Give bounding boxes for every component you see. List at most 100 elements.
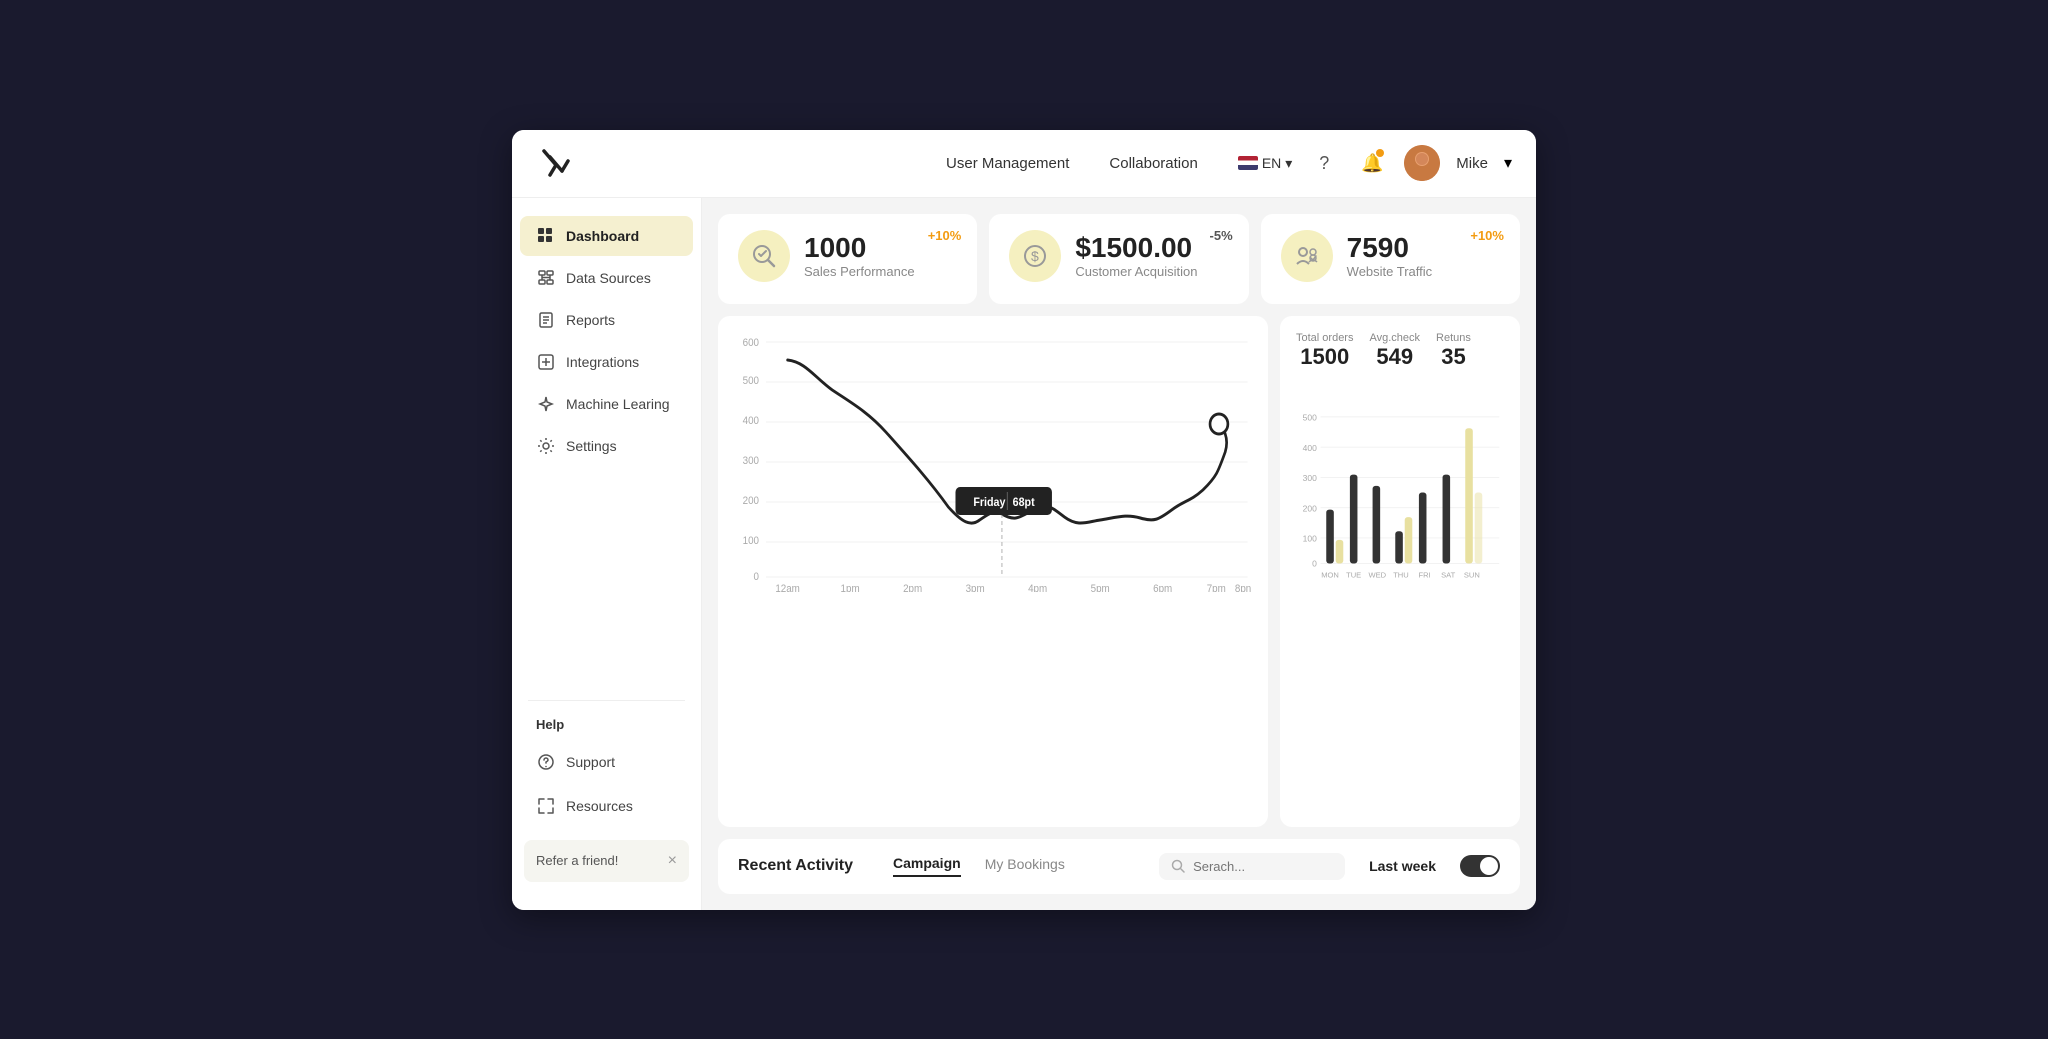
- search-input[interactable]: [1193, 859, 1333, 874]
- lang-chevron: ▾: [1285, 155, 1292, 172]
- svg-text:WED: WED: [1369, 570, 1387, 579]
- sidebar-label-resources: Resources: [566, 798, 633, 814]
- svg-text:100: 100: [743, 535, 760, 547]
- svg-text:600: 600: [743, 337, 760, 349]
- user-chevron: ▾: [1504, 153, 1512, 173]
- stat-value-traffic: 7590: [1347, 232, 1433, 264]
- svg-text:300: 300: [1303, 473, 1317, 483]
- svg-text:200: 200: [743, 495, 760, 507]
- sidebar-divider: [528, 700, 685, 701]
- stat-label-acquisition: Customer Acquisition: [1075, 264, 1197, 279]
- user-name[interactable]: Mike: [1456, 155, 1488, 172]
- sidebar-label-support: Support: [566, 754, 615, 770]
- nav-user-management[interactable]: User Management: [946, 155, 1069, 172]
- stat-card-acquisition: -5% $ $1500.00 Customer Acquisition: [989, 214, 1248, 304]
- svg-text:12am: 12am: [775, 583, 800, 591]
- main-nav: User Management Collaboration: [946, 155, 1198, 172]
- bar-stat-orders: Total orders 1500: [1296, 332, 1353, 370]
- activity-title: Recent Activity: [738, 857, 853, 875]
- help-button[interactable]: ?: [1308, 147, 1340, 179]
- svg-text:3pm: 3pm: [966, 583, 985, 591]
- refer-card: Refer a friend! ×: [524, 840, 689, 882]
- main-content: +10% 1000 Sales Performance: [702, 198, 1536, 910]
- svg-text:FRI: FRI: [1418, 570, 1430, 579]
- refer-label: Refer a friend!: [536, 853, 618, 868]
- svg-text:SUN: SUN: [1464, 570, 1480, 579]
- sidebar-item-support[interactable]: Support: [520, 742, 693, 782]
- svg-text:400: 400: [743, 415, 760, 427]
- bar-stat-avg-label: Avg.check: [1369, 332, 1420, 344]
- toggle-knob: [1480, 857, 1498, 875]
- stat-value-sales: 1000: [804, 232, 915, 264]
- sidebar-item-dashboard[interactable]: Dashboard: [520, 216, 693, 256]
- header: User Management Collaboration EN ▾ ? 🔔: [512, 130, 1536, 198]
- period-toggle[interactable]: [1460, 855, 1500, 877]
- nav-collaboration[interactable]: Collaboration: [1109, 155, 1197, 172]
- svg-text:0: 0: [1312, 558, 1317, 568]
- refer-close-button[interactable]: ×: [668, 852, 677, 870]
- svg-text:500: 500: [743, 375, 760, 387]
- svg-text:MON: MON: [1321, 570, 1339, 579]
- svg-text:1pm: 1pm: [841, 583, 860, 591]
- svg-text:0: 0: [754, 571, 760, 583]
- svg-text:SAT: SAT: [1441, 570, 1456, 579]
- sidebar-label-integrations: Integrations: [566, 354, 639, 370]
- integrations-icon: [536, 352, 556, 372]
- settings-icon: [536, 436, 556, 456]
- stat-row-acquisition: $ $1500.00 Customer Acquisition: [1009, 230, 1228, 282]
- stat-change-sales: +10%: [928, 228, 962, 243]
- expand-icon: [536, 796, 556, 816]
- svg-text:5pm: 5pm: [1091, 583, 1110, 591]
- sidebar-item-data-sources[interactable]: Data Sources: [520, 258, 693, 298]
- svg-text:6pm: 6pm: [1153, 583, 1172, 591]
- stat-value-acquisition: $1500.00: [1075, 232, 1197, 264]
- lang-label: EN: [1262, 155, 1281, 171]
- sidebar-item-reports[interactable]: Reports: [520, 300, 693, 340]
- bar-chart-svg: 500 400 300 200 100 0: [1296, 382, 1504, 622]
- svg-text:THU: THU: [1393, 570, 1409, 579]
- svg-text:500: 500: [1303, 412, 1317, 422]
- stat-change-traffic: +10%: [1470, 228, 1504, 243]
- sidebar-item-settings[interactable]: Settings: [520, 426, 693, 466]
- stat-label-sales: Sales Performance: [804, 264, 915, 279]
- svg-text:100: 100: [1303, 533, 1317, 543]
- header-actions: EN ▾ ? 🔔 Mike ▾: [1238, 145, 1512, 181]
- bar-stat-returns-value: 35: [1436, 344, 1471, 370]
- stat-cards-row: +10% 1000 Sales Performance: [718, 214, 1520, 304]
- svg-text:400: 400: [1303, 442, 1317, 452]
- sidebar-item-integrations[interactable]: Integrations: [520, 342, 693, 382]
- grid-icon: [536, 226, 556, 246]
- tab-my-bookings[interactable]: My Bookings: [985, 856, 1065, 876]
- bar-stat-returns-label: Retuns: [1436, 332, 1471, 344]
- stat-row-traffic: 7590 Website Traffic: [1281, 230, 1500, 282]
- stat-icon-sales: [738, 230, 790, 282]
- sparkle-icon: [536, 394, 556, 414]
- tab-campaign[interactable]: Campaign: [893, 855, 961, 877]
- bar-chart-card: Total orders 1500 Avg.check 549 Retuns 3…: [1280, 316, 1520, 827]
- sidebar-label-machine-learning: Machine Learing: [566, 396, 670, 412]
- language-selector[interactable]: EN ▾: [1238, 155, 1292, 172]
- help-section-label: Help: [512, 709, 701, 740]
- charts-row: 600 500 400 300 200 100 0: [718, 316, 1520, 827]
- bar-top-stats: Total orders 1500 Avg.check 549 Retuns 3…: [1296, 332, 1504, 370]
- sidebar-item-machine-learning[interactable]: Machine Learing: [520, 384, 693, 424]
- search-icon: [1171, 859, 1185, 873]
- svg-text:$: $: [1031, 248, 1039, 264]
- sidebar-label-dashboard: Dashboard: [566, 228, 639, 244]
- sidebar-footer: Refer a friend! ×: [512, 828, 701, 894]
- svg-text:300: 300: [743, 455, 760, 467]
- svg-text:200: 200: [1303, 503, 1317, 513]
- logo-icon[interactable]: [536, 143, 576, 183]
- svg-text:Friday: Friday: [973, 496, 1006, 509]
- svg-text:8pn: 8pn: [1235, 583, 1252, 591]
- line-chart-card: 600 500 400 300 200 100 0: [718, 316, 1268, 827]
- sidebar-item-resources[interactable]: Resources: [520, 786, 693, 826]
- sidebar-label-reports: Reports: [566, 312, 615, 328]
- line-chart-svg: 600 500 400 300 200 100 0: [734, 332, 1252, 592]
- bar-stat-avg-value: 549: [1369, 344, 1420, 370]
- notification-button[interactable]: 🔔: [1356, 147, 1388, 179]
- bar-stat-avg: Avg.check 549: [1369, 332, 1420, 370]
- user-avatar[interactable]: [1404, 145, 1440, 181]
- svg-text:7pm: 7pm: [1207, 583, 1226, 591]
- stat-icon-traffic: [1281, 230, 1333, 282]
